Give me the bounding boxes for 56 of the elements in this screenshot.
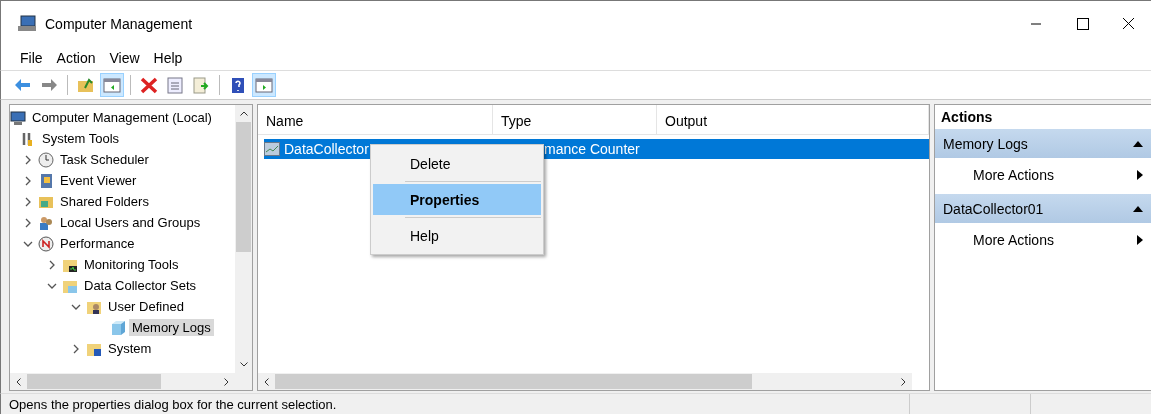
tree-item[interactable]: User Defined — [105, 298, 187, 315]
pane-icon — [254, 75, 274, 95]
computer-icon — [10, 109, 26, 126]
tree-item[interactable]: Task Scheduler — [57, 151, 152, 168]
delete-icon — [139, 75, 159, 95]
tree-item[interactable]: Event Viewer — [57, 172, 140, 189]
horizontal-scrollbar[interactable] — [258, 373, 912, 390]
toolbar-button[interactable] — [100, 73, 124, 97]
column-header[interactable]: Output — [657, 105, 929, 134]
status-text: Opens the properties dialog box for the current selection. — [8, 396, 338, 412]
table-cell: DataCollector — [284, 141, 369, 157]
users-icon — [38, 214, 54, 231]
tree-item[interactable]: Performance — [57, 235, 138, 252]
vertical-scrollbar[interactable] — [235, 105, 252, 373]
horizontal-scrollbar[interactable] — [10, 373, 235, 390]
gauge-icon — [38, 235, 54, 252]
tree-item[interactable]: Monitoring Tools — [81, 256, 182, 273]
clock-icon — [38, 151, 54, 168]
tree-item[interactable]: Shared Folders — [57, 193, 152, 210]
scrollbar-thumb[interactable] — [236, 122, 251, 252]
tree-item[interactable]: Local Users and Groups — [57, 214, 204, 231]
column-header[interactable]: Type — [493, 105, 657, 134]
menu-item[interactable]: View — [102, 50, 147, 66]
section-header[interactable]: Memory Logs — [935, 129, 1151, 158]
action-link[interactable]: More Actions — [973, 167, 1054, 183]
collapse-triangle-icon — [1133, 140, 1143, 147]
column-header[interactable]: Name — [258, 105, 493, 134]
table-cell-text: mance Counter — [543, 141, 641, 157]
tree-item[interactable]: Data Collector Sets — [81, 277, 199, 294]
section-title: DataCollector01 — [943, 200, 1044, 217]
menu-item[interactable]: Help — [373, 220, 541, 251]
tree-item[interactable]: System — [105, 340, 155, 357]
computer-icon — [17, 14, 37, 33]
cube-icon — [110, 319, 126, 336]
section-header[interactable]: DataCollector01 — [935, 194, 1151, 223]
tree-item[interactable]: Memory Logs — [129, 319, 214, 336]
menu-item[interactable]: Action — [49, 50, 103, 66]
window-title: Computer Management — [45, 15, 193, 32]
pane-icon — [102, 75, 122, 95]
list-icon — [165, 75, 185, 95]
section-title: Memory Logs — [943, 135, 1028, 152]
export-icon — [191, 75, 211, 95]
submenu-triangle-icon — [1137, 235, 1143, 245]
scrollbar-thumb[interactable] — [275, 374, 753, 389]
tree-item[interactable]: Computer Management (Local) — [29, 109, 215, 126]
collapse-triangle-icon — [1133, 205, 1143, 212]
scrollbar-thumb[interactable] — [27, 374, 161, 389]
submenu-triangle-icon — [1137, 170, 1143, 180]
menu-item[interactable]: Properties — [373, 184, 541, 215]
chart-icon — [264, 142, 280, 156]
toolbar-button[interactable] — [252, 73, 276, 97]
action-link[interactable]: More Actions — [973, 232, 1054, 248]
menu-item[interactable]: File — [13, 50, 50, 66]
tree-item[interactable]: System Tools — [39, 130, 123, 147]
menu-item[interactable]: Help — [146, 50, 190, 66]
pane-title: Actions — [940, 108, 994, 127]
